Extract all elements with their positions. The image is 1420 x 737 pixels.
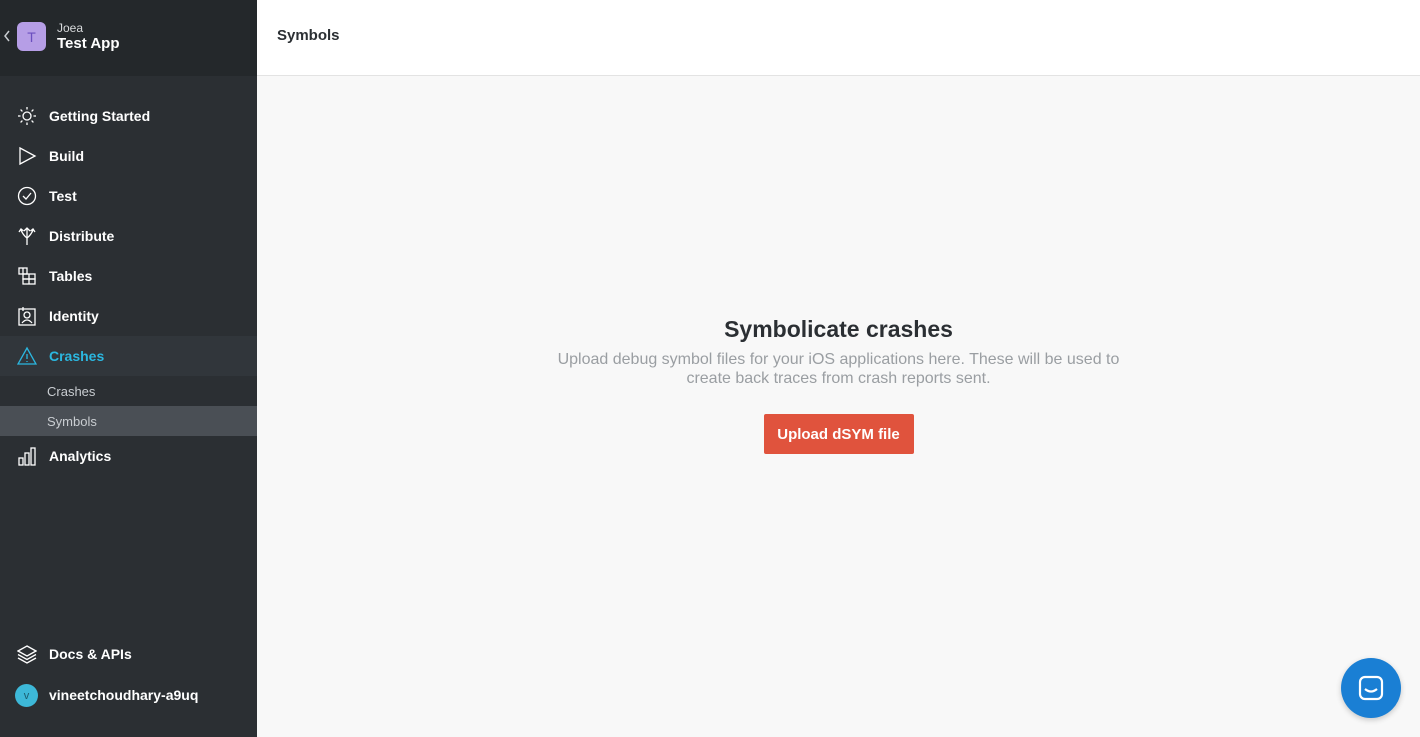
nav-label: Test	[49, 188, 77, 204]
chat-launcher-button[interactable]	[1341, 658, 1401, 718]
chat-icon	[1358, 675, 1384, 701]
user-name: vineetchoudhary-a9uq	[49, 687, 199, 703]
empty-state-description: Upload debug symbol files for your iOS a…	[557, 351, 1120, 387]
nav-item-build[interactable]: Build	[0, 136, 257, 176]
app-switcher[interactable]: T Joea Test App	[0, 0, 257, 76]
bar-chart-icon	[16, 445, 38, 467]
sidebar: T Joea Test App Getting Started Build Te…	[0, 0, 257, 737]
org-name: Joea	[57, 21, 84, 35]
upload-dsym-button[interactable]: Upload dSYM file	[763, 414, 914, 454]
sidebar-footer: Docs & APIs v vineetchoudhary-a9uq	[0, 634, 257, 718]
layers-icon	[16, 643, 38, 665]
subnav-item-crashes[interactable]: Crashes	[0, 376, 257, 406]
identity-icon	[16, 305, 38, 327]
check-circle-icon	[16, 185, 38, 207]
nav-item-crashes[interactable]: Crashes	[0, 336, 257, 376]
nav-item-test[interactable]: Test	[0, 176, 257, 216]
sun-icon	[16, 105, 38, 127]
warning-triangle-icon	[16, 345, 38, 367]
main-content: Symbolicate crashes Upload debug symbol …	[257, 77, 1420, 737]
nav-item-analytics[interactable]: Analytics	[0, 436, 257, 476]
nav-item-tables[interactable]: Tables	[0, 256, 257, 296]
nav-item-distribute[interactable]: Distribute	[0, 216, 257, 256]
app-avatar: T	[17, 22, 46, 51]
nav-label: Build	[49, 148, 84, 164]
subnav-label: Symbols	[47, 414, 97, 429]
nav-label: Analytics	[49, 448, 112, 464]
main-nav: Getting Started Build Test Distribute Ta…	[0, 96, 257, 476]
tables-icon	[16, 265, 38, 287]
play-icon	[16, 145, 38, 167]
user-account[interactable]: v vineetchoudhary-a9uq	[0, 674, 257, 718]
distribute-arrows-icon	[16, 225, 38, 247]
nav-label: Crashes	[49, 348, 105, 364]
nav-item-getting-started[interactable]: Getting Started	[0, 96, 257, 136]
empty-state-title: Symbolicate crashes	[724, 316, 953, 342]
nav-label: Distribute	[49, 228, 115, 244]
subnav-label: Crashes	[47, 384, 96, 399]
subnav-item-symbols[interactable]: Symbols	[0, 406, 257, 436]
app-name: Test App	[57, 35, 120, 52]
chevron-left-icon[interactable]	[3, 29, 11, 43]
nav-label: Tables	[49, 268, 93, 284]
nav-item-docs[interactable]: Docs & APIs	[0, 634, 257, 674]
nav-label: Docs & APIs	[49, 646, 132, 662]
nav-label: Identity	[49, 308, 99, 324]
nav-label: Getting Started	[49, 108, 151, 124]
nav-item-identity[interactable]: Identity	[0, 296, 257, 336]
avatar: v	[15, 684, 38, 707]
page-header: Symbols	[257, 0, 1420, 76]
empty-state: Symbolicate crashes Upload debug symbol …	[257, 314, 1420, 454]
page-title: Symbols	[277, 27, 340, 44]
